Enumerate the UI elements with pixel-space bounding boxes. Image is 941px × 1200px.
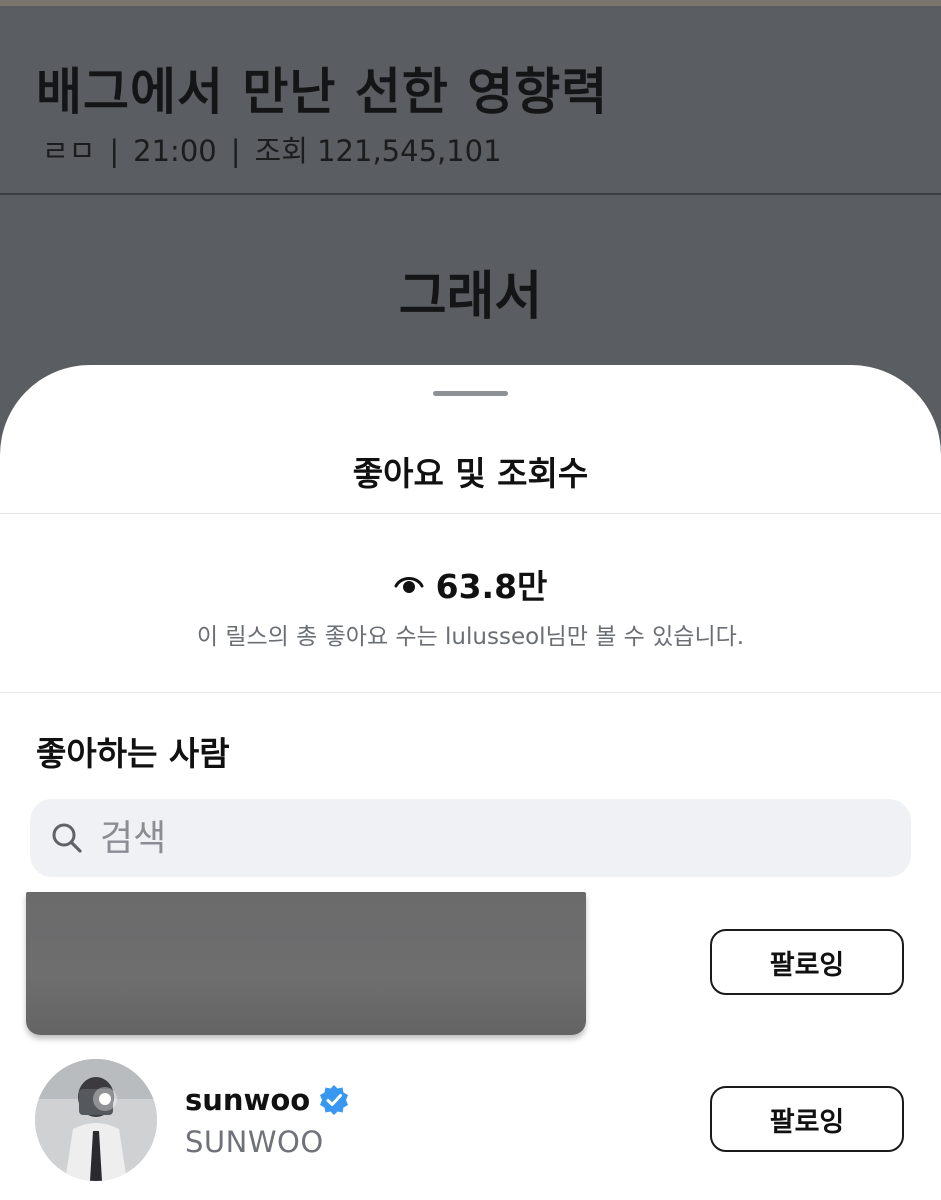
views-count: 63.8만: [435, 567, 548, 606]
meta-separator: |: [230, 134, 241, 168]
divider: [0, 513, 941, 514]
views-note: 이 릴스의 총 좋아요 수는 lulusseol님만 볼 수 있습니다.: [196, 624, 745, 650]
search-input[interactable]: [98, 816, 882, 860]
following-button[interactable]: 팔로잉: [710, 1086, 904, 1152]
background-post: 배그에서 만난 선한 영향력 ㄹㅁ | 21:00 | 조회 121,545,101 그…: [0, 6, 941, 406]
likers-heading: 좋아하는 사람: [36, 734, 230, 773]
drag-handle[interactable]: [433, 391, 508, 396]
post-subtitle: 그래서: [398, 267, 543, 327]
eye-icon: [394, 572, 424, 596]
post-meta: ㄹㅁ | 21:00 | 조회 121,545,101: [42, 128, 512, 170]
post-time: 21:00: [133, 134, 217, 168]
search-bar[interactable]: [30, 799, 911, 877]
post-views: 조회 121,545,101: [254, 134, 502, 168]
post-title: 배그에서 만난 선한 영향력: [36, 63, 609, 121]
redacted-user-block: [26, 892, 586, 1035]
full-name: SUNWOO: [185, 1125, 324, 1159]
post-author: ㄹㅁ: [42, 134, 96, 168]
likes-views-sheet: 좋아요 및 조회수 63.8만 이 릴스의 총 좋아요 수는 lulusseol…: [0, 365, 941, 1200]
username[interactable]: sunwoo: [185, 1083, 310, 1117]
views-summary: 63.8만: [0, 560, 941, 608]
search-icon: [50, 821, 84, 855]
user-name-row[interactable]: sunwoo: [185, 1083, 350, 1117]
verified-badge-icon: [318, 1084, 350, 1116]
post-divider: [0, 193, 941, 195]
following-button[interactable]: 팔로잉: [710, 929, 904, 995]
avatar[interactable]: [35, 1059, 157, 1181]
meta-separator: |: [109, 134, 120, 168]
sheet-title: 좋아요 및 조회수: [352, 454, 589, 493]
divider: [0, 692, 941, 693]
